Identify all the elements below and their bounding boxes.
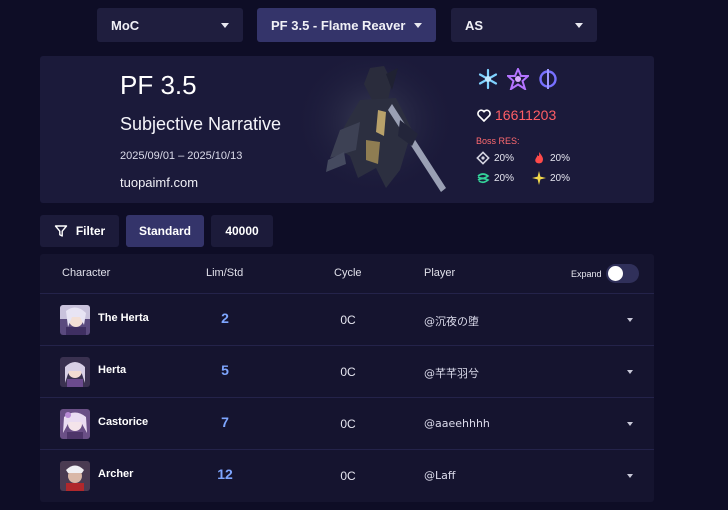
player-name: @Laff [424, 469, 456, 482]
boss-card: PF 3.5 Subjective Narrative 2025/09/01 –… [40, 56, 654, 203]
player-name: @沉夜の堕 [424, 315, 479, 328]
table-row[interactable]: Archer 12 0C @Laff [40, 450, 654, 502]
ice-icon [477, 68, 499, 90]
site-link: tuopaimf.com [120, 175, 199, 190]
character-name: Castorice [98, 416, 149, 428]
header-cycle: Cycle [334, 267, 362, 279]
version-title: PF 3.5 [120, 70, 197, 100]
side-select[interactable]: AS [451, 8, 597, 42]
wind-icon [477, 173, 490, 184]
player-name: @aaeehhhh [424, 417, 490, 430]
weakness-icons [477, 66, 559, 92]
character-name: Archer [98, 468, 134, 480]
date-range: 2025/09/01 – 2025/10/13 [120, 150, 243, 162]
chevron-down-icon[interactable] [627, 370, 633, 374]
cycle-value: 0C [340, 417, 356, 431]
res-lightning-value: 20% [550, 172, 571, 184]
expand-control: Expand [571, 264, 639, 283]
version-select-value: PF 3.5 - Flame Reaver [271, 17, 406, 33]
lim-std-value: 12 [217, 466, 233, 482]
score-filter-chip[interactable]: 40000 [211, 215, 273, 247]
expand-toggle[interactable] [605, 264, 639, 283]
chevron-down-icon [414, 22, 422, 28]
clear-table: Character Lim/Std Cycle Player Expand Th… [40, 254, 654, 502]
chevron-down-icon [221, 22, 229, 28]
avatar [60, 305, 90, 335]
header-player: Player [424, 267, 456, 279]
table-header: Character Lim/Std Cycle Player Expand [40, 254, 654, 294]
imaginary-icon [505, 66, 531, 92]
mode-select-value: MoC [111, 17, 140, 33]
side-select-value: AS [465, 17, 484, 33]
filter-button-label: Filter [75, 224, 106, 238]
score-filter-label: 40000 [225, 224, 259, 238]
chevron-down-icon[interactable] [627, 318, 633, 322]
boss-hp: 16611203 [477, 107, 556, 123]
stage-subtitle: Subjective Narrative [120, 114, 282, 134]
res-lightning: 20% [532, 171, 582, 185]
resistance-list: 20% 20% 20% 20% [476, 151, 586, 185]
cycle-value: 0C [340, 469, 356, 483]
res-fire-value: 20% [550, 152, 571, 164]
res-physical: 20% [476, 151, 526, 165]
filter-icon [54, 225, 68, 237]
lim-std-value: 2 [221, 310, 229, 326]
chevron-down-icon [575, 22, 583, 28]
version-select[interactable]: PF 3.5 - Flame Reaver [257, 8, 436, 42]
header-character: Character [62, 267, 111, 279]
lightning-icon [532, 171, 546, 185]
lim-std-value: 5 [221, 362, 229, 378]
toggle-knob [607, 266, 623, 281]
cycle-value: 0C [340, 313, 356, 327]
avatar [60, 357, 90, 387]
cycle-value: 0C [340, 365, 356, 379]
boss-hp-value: 16611203 [495, 107, 557, 123]
res-physical-value: 20% [494, 152, 515, 164]
table-row[interactable]: Castorice 7 0C @aaeehhhh [40, 398, 654, 450]
boss-portrait [300, 60, 450, 196]
table-row[interactable]: Herta 5 0C @芊芊羽兮 [40, 346, 654, 398]
res-wind-value: 20% [494, 172, 515, 184]
chevron-down-icon[interactable] [627, 474, 633, 478]
table-row[interactable]: The Herta 2 0C @沉夜の堕 [40, 294, 654, 346]
avatar [60, 461, 90, 491]
heart-icon [477, 108, 491, 122]
lim-std-value: 7 [221, 414, 229, 430]
standard-toggle[interactable]: Standard [126, 215, 204, 247]
standard-toggle-label: Standard [138, 224, 191, 238]
fire-icon [535, 152, 544, 164]
boss-res-label: Boss RES: [476, 136, 520, 146]
filter-button[interactable]: Filter [40, 215, 119, 247]
res-wind: 20% [476, 171, 526, 185]
quantum-icon [537, 68, 559, 90]
character-name: Herta [98, 364, 127, 376]
avatar [60, 409, 90, 439]
header-lim-std: Lim/Std [206, 267, 244, 279]
res-fire: 20% [532, 151, 582, 165]
player-name: @芊芊羽兮 [424, 367, 479, 380]
physical-icon [476, 151, 490, 165]
mode-select[interactable]: MoC [97, 8, 243, 42]
expand-label: Expand [571, 268, 602, 279]
chevron-down-icon[interactable] [627, 422, 633, 426]
character-name: The Herta [98, 312, 149, 324]
